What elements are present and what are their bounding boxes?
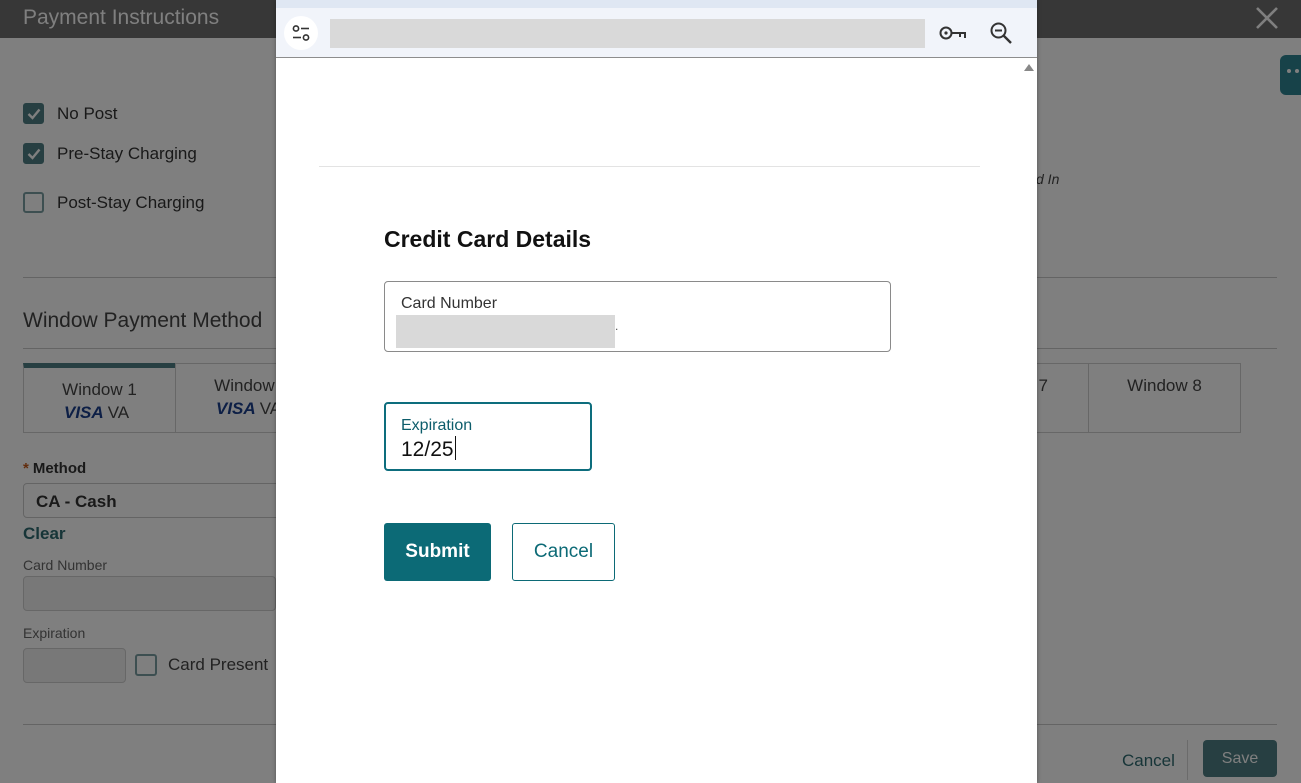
expiration-value: 12/25: [401, 438, 454, 461]
card-number-tail: .: [615, 319, 619, 333]
address-bar[interactable]: [330, 19, 925, 48]
zoom-out-icon[interactable]: [988, 20, 1014, 46]
expiration-value-row: 12/25: [401, 436, 456, 462]
submit-button[interactable]: Submit: [384, 523, 491, 581]
expiration-label: Expiration: [401, 417, 473, 434]
expiration-field[interactable]: Expiration 12/25: [384, 402, 592, 471]
scroll-up-arrow[interactable]: [1024, 64, 1034, 71]
card-number-field[interactable]: Card Number .: [384, 281, 891, 352]
site-settings-icon: [292, 25, 310, 41]
divider: [319, 166, 980, 167]
cancel-button[interactable]: Cancel: [512, 523, 615, 581]
card-number-label: Card Number: [401, 295, 498, 312]
window-title-strip: [276, 0, 1037, 8]
card-number-masked-value: [396, 315, 615, 348]
credit-card-popup-window: Credit Card Details Card Number . Expira…: [276, 0, 1037, 783]
text-caret: [454, 436, 456, 460]
credit-card-title: Credit Card Details: [384, 226, 592, 252]
browser-toolbar: [276, 8, 1037, 58]
site-settings-button[interactable]: [284, 16, 318, 50]
key-icon[interactable]: [938, 21, 968, 45]
